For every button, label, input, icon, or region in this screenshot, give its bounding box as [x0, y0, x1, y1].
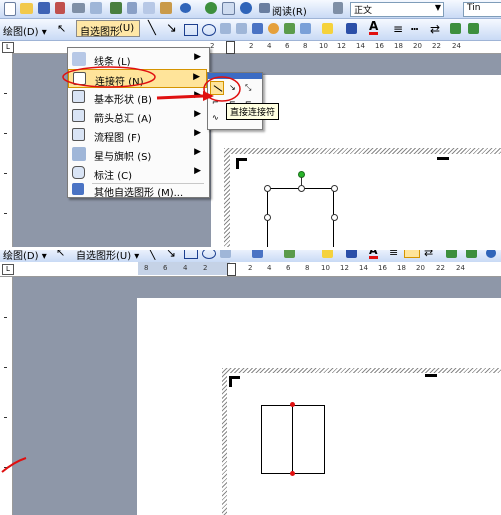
help-icon[interactable] — [486, 250, 496, 258]
wordart-icon[interactable] — [252, 250, 263, 258]
ruler-tick: 2 — [248, 264, 253, 272]
arrow-icon[interactable]: ↘ — [166, 250, 176, 260]
tab-selector[interactable]: L — [2, 264, 14, 275]
ruler-tick: 8 — [144, 264, 149, 272]
rectangle-shape[interactable] — [261, 405, 325, 474]
dash-style-icon[interactable] — [404, 250, 420, 258]
select-objects-icon[interactable]: ↖ — [56, 250, 65, 259]
top-screenshot: 阅读(R) 正文 ▼ Tin 绘图(D) ▾ ↖ 自选图形 (U) ╲ ↘ A … — [0, 0, 501, 247]
textbox-icon[interactable] — [220, 250, 231, 258]
drawing-canvas-border — [222, 368, 501, 373]
connection-point[interactable] — [290, 402, 295, 407]
3d-icon[interactable] — [466, 250, 477, 258]
ruler-tick: 10 — [321, 264, 330, 272]
line-icon[interactable]: ╲ — [148, 250, 155, 260]
ruler-tick: 20 — [416, 264, 425, 272]
draw-menu-button[interactable]: 绘图(D) ▾ — [3, 250, 47, 262]
ruler-tick: 4 — [267, 264, 272, 272]
ruler-tick: 6 — [286, 264, 291, 272]
autoshapes-button[interactable]: 自选图形(U) ▾ — [76, 250, 139, 262]
straight-connector-line[interactable] — [292, 406, 293, 474]
ruler-tick: 16 — [378, 264, 387, 272]
rectangle-icon[interactable] — [184, 250, 198, 259]
canvas-corner-mark — [229, 376, 240, 387]
clipart-icon[interactable] — [284, 250, 295, 258]
line-style-icon[interactable]: ≡ — [389, 250, 398, 259]
horizontal-ruler: L 8 6 4 2 2 4 6 8 10 12 14 16 18 20 22 2… — [0, 262, 501, 277]
ruler-tick: 24 — [456, 264, 465, 272]
line-color-icon[interactable] — [346, 250, 357, 258]
ruler-tick: 14 — [359, 264, 368, 272]
annotation-overlay — [62, 66, 241, 102]
indent-marker[interactable] — [227, 263, 236, 276]
oval-icon[interactable] — [202, 250, 216, 259]
drawing-canvas-border — [222, 368, 227, 515]
font-color-icon[interactable]: A — [369, 250, 378, 259]
ruler-tick: 12 — [340, 264, 349, 272]
annotation-circle — [62, 66, 156, 88]
ruler-tick: 22 — [436, 264, 445, 272]
annotation-arrow — [156, 94, 204, 100]
annotation-mark — [1, 457, 27, 473]
bottom-screenshot: 绘图(D) ▾ ↖ 自选图形(U) ▾ ╲ ↘ A ≡ ⇄ L 8 6 4 2 … — [0, 250, 501, 515]
ruler-tick: 2 — [203, 264, 208, 272]
ruler-tick: 6 — [163, 264, 168, 272]
connection-point[interactable] — [290, 471, 295, 476]
shadow-icon[interactable] — [446, 250, 457, 258]
ruler-tick: 8 — [305, 264, 310, 272]
canvas-edge-mark — [425, 374, 437, 377]
ruler-tick: 18 — [397, 264, 406, 272]
fill-color-icon[interactable] — [322, 250, 333, 258]
arrow-style-icon[interactable]: ⇄ — [424, 250, 433, 259]
ruler-tick: 4 — [183, 264, 188, 272]
